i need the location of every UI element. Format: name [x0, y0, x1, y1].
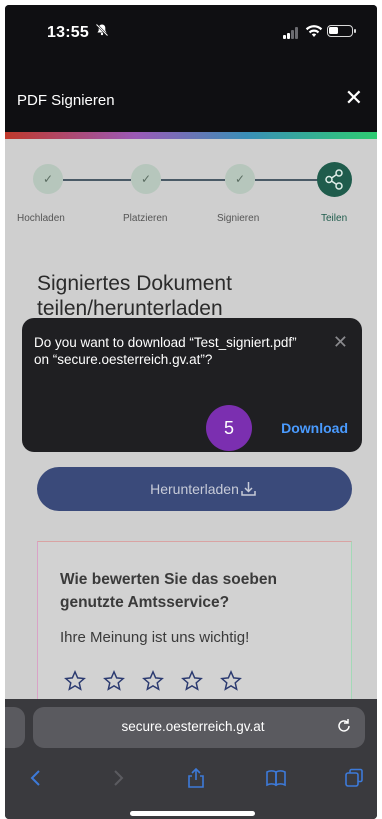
reload-icon[interactable] — [335, 717, 353, 735]
progress-stepper: ✓ ✓ ✓ Hochladen Platzieren Signieren Tei… — [5, 162, 377, 234]
address-url: secure.oesterreich.gv.at — [121, 719, 265, 734]
step-label-hochladen: Hochladen — [17, 213, 65, 224]
download-button[interactable]: Herunterladen — [37, 467, 352, 511]
step-connector — [161, 179, 225, 181]
star-icon[interactable] — [181, 670, 203, 692]
step-hochladen-circle: ✓ — [33, 164, 63, 194]
step-teilen-circle — [317, 162, 352, 197]
bookmarks-icon[interactable] — [265, 767, 287, 789]
feedback-card: Wie bewerten Sie das soeben genutzte Amt… — [37, 541, 352, 711]
phone-screen: 13:55 PDF Signieren ✕ ✓ ✓ ✓ Hochladen Pl — [5, 5, 377, 819]
share-icon — [325, 169, 343, 190]
feedback-subtitle: Ihre Meinung ist uns wichtig! — [60, 629, 250, 646]
status-bar: 13:55 — [5, 5, 377, 57]
step-label-platzieren: Platzieren — [123, 213, 168, 224]
step-number-badge: 5 — [206, 405, 252, 451]
star-icon[interactable] — [103, 670, 125, 692]
browser-bottom-bar: secure.oesterreich.gv.at — [5, 699, 377, 819]
star-icon[interactable] — [142, 670, 164, 692]
download-button-label: Herunterladen — [150, 481, 239, 497]
previous-tab-preview[interactable] — [5, 707, 25, 748]
signal-icon — [283, 27, 301, 39]
check-icon: ✓ — [140, 172, 152, 186]
step-signieren-circle: ✓ — [225, 164, 255, 194]
download-dialog: Do you want to download “Test_signiert.p… — [22, 318, 362, 452]
step-label-signieren: Signieren — [217, 213, 260, 224]
app-header: PDF Signieren ✕ — [5, 57, 377, 133]
battery-icon — [327, 25, 356, 37]
step-connector — [63, 179, 131, 181]
confirm-download-button[interactable]: Download — [281, 420, 348, 436]
brand-gradient-bar — [5, 132, 377, 139]
wifi-icon — [305, 24, 323, 38]
download-icon — [241, 482, 256, 496]
close-icon[interactable]: ✕ — [345, 87, 363, 109]
star-icon[interactable] — [220, 670, 242, 692]
address-bar[interactable]: secure.oesterreich.gv.at — [33, 707, 365, 748]
feedback-question: Wie bewerten Sie das soeben genutzte Amt… — [60, 571, 277, 611]
share-icon[interactable] — [185, 767, 207, 789]
status-time: 13:55 — [47, 24, 89, 41]
tabs-icon[interactable] — [343, 767, 365, 789]
close-icon[interactable]: ✕ — [333, 332, 348, 353]
step-label-teilen: Teilen — [321, 213, 348, 224]
star-icon[interactable] — [64, 670, 86, 692]
check-icon: ✓ — [42, 172, 54, 186]
app-title: PDF Signieren — [17, 92, 115, 109]
download-dialog-message: Do you want to download “Test_signiert.p… — [34, 335, 297, 367]
check-icon: ✓ — [234, 172, 246, 186]
step-platzieren-circle: ✓ — [131, 164, 161, 194]
home-indicator — [130, 811, 255, 816]
browser-toolbar — [5, 759, 377, 799]
page-title: Signiertes Dokument teilen/herunterladen — [37, 272, 232, 320]
bell-slash-icon — [95, 23, 109, 40]
back-icon[interactable] — [25, 767, 47, 789]
forward-icon[interactable] — [107, 767, 129, 789]
step-connector — [255, 179, 319, 181]
